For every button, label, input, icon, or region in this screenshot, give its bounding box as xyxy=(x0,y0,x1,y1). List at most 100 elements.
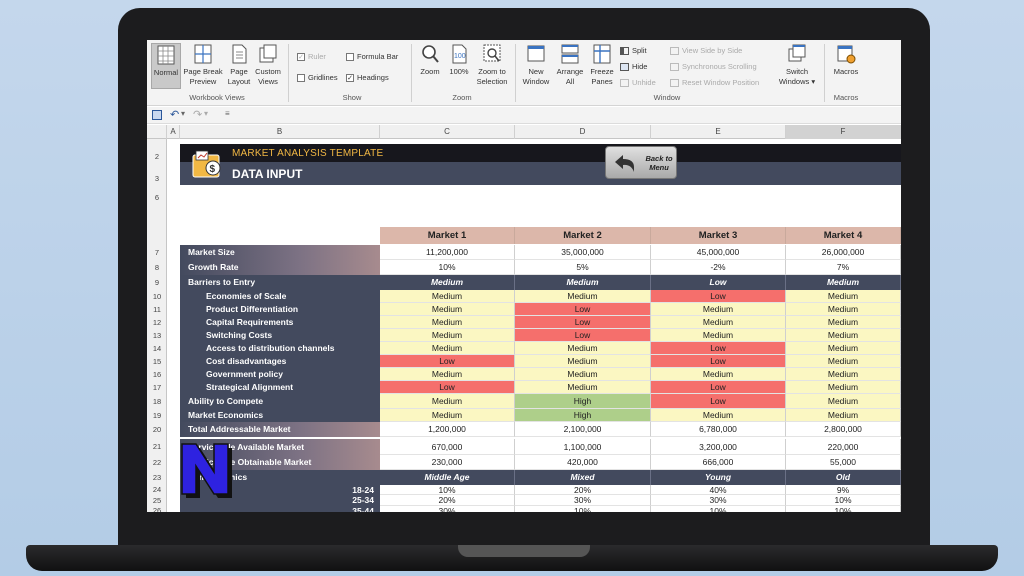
data-cell[interactable]: Medium xyxy=(786,394,901,409)
zoom-button[interactable]: Zoom xyxy=(415,43,445,77)
column-header-b[interactable]: B xyxy=(180,125,380,139)
data-cell[interactable]: Low xyxy=(651,275,786,290)
row-header[interactable]: 10 xyxy=(147,290,167,303)
row-header[interactable]: 8 xyxy=(147,260,167,275)
split-button[interactable]: Split xyxy=(620,46,647,55)
data-cell[interactable]: Medium xyxy=(786,368,901,381)
save-icon[interactable] xyxy=(152,110,162,120)
data-cell[interactable]: -2% xyxy=(651,260,786,275)
data-cell[interactable]: Low xyxy=(515,303,651,316)
data-cell[interactable]: High xyxy=(515,409,651,422)
row-header[interactable]: 16 xyxy=(147,368,167,381)
row-header[interactable]: 24 xyxy=(147,485,167,495)
data-cell[interactable]: Low xyxy=(651,381,786,394)
data-cell[interactable]: Medium xyxy=(380,368,515,381)
row-header[interactable]: 11 xyxy=(147,303,167,316)
row-header[interactable]: 26 xyxy=(147,506,167,512)
unhide-button[interactable]: Unhide xyxy=(620,78,656,87)
data-cell[interactable]: 1,200,000 xyxy=(380,422,515,437)
market-header-4[interactable]: Market 4 xyxy=(786,227,901,244)
redo-icon[interactable]: ↷ xyxy=(193,108,202,121)
data-cell[interactable]: Medium xyxy=(515,290,651,303)
data-cell[interactable]: Medium xyxy=(380,394,515,409)
data-cell[interactable]: Medium xyxy=(651,316,786,329)
data-cell[interactable]: Medium xyxy=(380,342,515,355)
data-cell[interactable]: Medium xyxy=(786,290,901,303)
back-to-menu-button[interactable]: Back to Menu xyxy=(605,146,677,179)
data-cell[interactable]: 666,000 xyxy=(651,455,786,470)
data-cell[interactable]: 35,000,000 xyxy=(515,245,651,260)
select-all-corner[interactable] xyxy=(147,125,167,139)
data-cell[interactable]: Medium xyxy=(380,316,515,329)
market-header-3[interactable]: Market 3 xyxy=(651,227,786,244)
row-header[interactable]: 20 xyxy=(147,422,167,437)
row-header[interactable]: 3 xyxy=(147,173,167,185)
data-cell[interactable]: Medium xyxy=(515,275,651,290)
data-cell[interactable]: 2,800,000 xyxy=(786,422,901,437)
column-header-f[interactable]: F xyxy=(786,125,901,139)
market-header-2[interactable]: Market 2 xyxy=(515,227,651,244)
undo-icon[interactable]: ↶ xyxy=(170,108,179,121)
reset-window-position-button[interactable]: Reset Window Position xyxy=(670,78,759,87)
data-cell[interactable]: 3,200,000 xyxy=(651,439,786,455)
data-cell[interactable]: Medium xyxy=(786,409,901,422)
data-cell[interactable]: Medium xyxy=(786,342,901,355)
data-cell[interactable]: Medium xyxy=(651,329,786,342)
data-cell[interactable]: 10% xyxy=(786,495,901,506)
data-cell[interactable]: Medium xyxy=(651,409,786,422)
data-cell[interactable]: Medium xyxy=(380,409,515,422)
row-header[interactable]: 9 xyxy=(147,275,167,290)
data-cell[interactable]: Medium xyxy=(651,368,786,381)
view-side-by-side-button[interactable]: View Side by Side xyxy=(670,46,742,55)
data-cell[interactable]: 10% xyxy=(515,506,651,512)
row-header[interactable]: 15 xyxy=(147,355,167,368)
data-cell[interactable]: 30% xyxy=(651,495,786,506)
customize-toolbar-icon[interactable]: ≡ xyxy=(225,109,230,118)
market-header-1[interactable]: Market 1 xyxy=(380,227,515,244)
data-cell[interactable]: Medium xyxy=(786,316,901,329)
data-cell[interactable]: Old xyxy=(786,470,901,485)
data-cell[interactable]: Low xyxy=(515,316,651,329)
data-cell[interactable]: 2,100,000 xyxy=(515,422,651,437)
data-cell[interactable]: Mixed xyxy=(515,470,651,485)
data-cell[interactable]: Medium xyxy=(515,381,651,394)
data-cell[interactable]: Medium xyxy=(786,303,901,316)
freeze-panes-button[interactable]: Freeze Panes xyxy=(587,43,617,87)
new-window-button[interactable]: New Window xyxy=(519,43,553,87)
data-cell[interactable]: Medium xyxy=(651,303,786,316)
column-header-d[interactable]: D xyxy=(515,125,651,139)
hide-button[interactable]: Hide xyxy=(620,62,647,71)
column-header-e[interactable]: E xyxy=(651,125,786,139)
data-cell[interactable]: 10% xyxy=(380,260,515,275)
data-cell[interactable]: 6,780,000 xyxy=(651,422,786,437)
data-cell[interactable]: 40% xyxy=(651,485,786,495)
column-header-c[interactable]: C xyxy=(380,125,515,139)
data-cell[interactable]: 10% xyxy=(651,506,786,512)
data-cell[interactable]: Medium xyxy=(380,275,515,290)
data-cell[interactable]: Medium xyxy=(786,355,901,368)
data-cell[interactable]: 11,200,000 xyxy=(380,245,515,260)
normal-view-button[interactable]: Normal xyxy=(151,43,181,89)
data-cell[interactable]: 10% xyxy=(380,485,515,495)
row-header[interactable]: 17 xyxy=(147,381,167,394)
data-cell[interactable]: 30% xyxy=(380,506,515,512)
headings-checkbox[interactable]: ✓ Headings xyxy=(346,73,389,82)
data-cell[interactable]: 20% xyxy=(380,495,515,506)
data-cell[interactable]: Low xyxy=(380,381,515,394)
row-header[interactable]: 23 xyxy=(147,470,167,485)
page-break-preview-button[interactable]: Page Break Preview xyxy=(183,43,223,87)
data-cell[interactable]: 230,000 xyxy=(380,455,515,470)
row-header[interactable]: 19 xyxy=(147,409,167,422)
data-cell[interactable]: Low xyxy=(380,355,515,368)
arrange-all-button[interactable]: Arrange All xyxy=(553,43,587,87)
data-cell[interactable]: Medium xyxy=(786,275,901,290)
data-cell[interactable]: 7% xyxy=(786,260,901,275)
row-header[interactable]: 7 xyxy=(147,245,167,260)
row-header[interactable]: 14 xyxy=(147,342,167,355)
zoom-to-selection-button[interactable]: Zoom to Selection xyxy=(473,43,511,87)
switch-windows-button[interactable]: Switch Windows ▾ xyxy=(775,43,819,87)
data-cell[interactable]: 420,000 xyxy=(515,455,651,470)
data-cell[interactable]: Medium xyxy=(380,303,515,316)
data-cell[interactable]: Medium xyxy=(515,368,651,381)
row-header[interactable]: 18 xyxy=(147,394,167,409)
